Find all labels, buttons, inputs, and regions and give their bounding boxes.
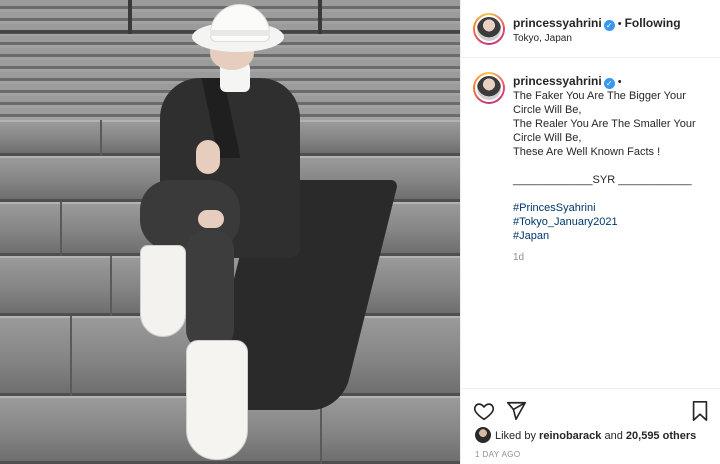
step-joint — [70, 316, 72, 396]
caption-gap — [513, 159, 709, 173]
caption-line: These Are Well Known Facts ! — [513, 146, 661, 158]
liker-avatar[interactable] — [475, 427, 491, 443]
step-joint — [110, 256, 112, 316]
send-icon[interactable] — [505, 400, 527, 422]
likes-count[interactable]: 20,595 others — [626, 430, 696, 442]
verified-badge-icon: ✓ — [603, 20, 615, 31]
comment-age: 1d — [513, 252, 525, 263]
step-joint — [100, 120, 102, 156]
liker-username[interactable]: reinobarack — [539, 430, 601, 442]
hashtag-link[interactable]: #Tokyo_January2021 — [513, 215, 709, 229]
post-header: princessyahrini ✓ • Following Tokyo, Japan — [461, 0, 720, 58]
header-username[interactable]: princessyahrini — [513, 16, 602, 30]
caption-user-line: princessyahrini ✓ • — [513, 74, 709, 89]
caption-username[interactable]: princessyahrini — [513, 74, 602, 88]
hashtag-link[interactable]: #Japan — [513, 229, 709, 243]
step-joint — [60, 202, 62, 256]
white-boot — [186, 340, 248, 460]
trousers-leg — [186, 230, 234, 350]
bookmark-icon[interactable] — [690, 400, 710, 422]
post-photo[interactable] — [0, 0, 460, 464]
separator-dot: • — [617, 76, 622, 88]
hashtag-link[interactable]: #PrincesSyahrini — [513, 201, 709, 215]
post-sidebar: princessyahrini ✓ • Following Tokyo, Japan … — [460, 0, 720, 464]
header-user-line: princessyahrini ✓ • Following — [513, 16, 681, 31]
post-timestamp[interactable]: 1 DAY AGO — [475, 450, 521, 459]
railing-post — [128, 0, 132, 34]
caption-line: Circle Will Be, — [513, 104, 582, 116]
heart-icon[interactable] — [473, 400, 495, 422]
hand — [198, 210, 224, 228]
hat-band — [210, 30, 270, 36]
separator-dot: • — [617, 18, 622, 30]
railing-post — [318, 0, 322, 34]
following-button[interactable]: Following — [625, 16, 681, 30]
hand — [196, 140, 220, 174]
caption-avatar[interactable] — [473, 72, 505, 104]
caption: princessyahrini ✓ • The Faker You Are The … — [513, 74, 709, 243]
action-bar: Liked by reinobarack and 20,595 others 1… — [461, 388, 720, 464]
caption-line: Circle Will Be, — [513, 132, 582, 144]
likes-joiner: and — [604, 430, 623, 442]
verified-badge-icon: ✓ — [603, 78, 615, 89]
likes-prefix: Liked by — [495, 430, 536, 442]
caption-line: The Realer You Are The Smaller Your — [513, 118, 696, 130]
white-boot — [140, 245, 186, 337]
profile-avatar[interactable] — [473, 13, 505, 45]
location-link[interactable]: Tokyo, Japan — [513, 33, 572, 44]
caption-gap — [513, 187, 709, 201]
likes-summary: Liked by reinobarack and 20,595 others — [475, 427, 696, 443]
caption-line: The Faker You Are The Bigger Your — [513, 90, 686, 102]
caption-signature: _____________SYR ____________ — [513, 174, 692, 186]
